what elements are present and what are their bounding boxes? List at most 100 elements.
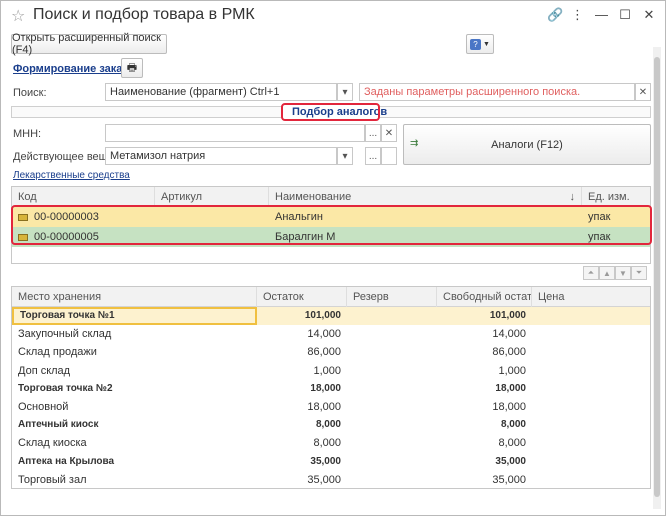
- search-input[interactable]: Заданы параметры расширенного поиска.: [359, 83, 635, 101]
- search-mode-dropdown[interactable]: ▾: [337, 83, 353, 101]
- window-scrollbar[interactable]: [653, 47, 661, 509]
- row-price: [532, 416, 650, 434]
- row-reserve: [347, 380, 437, 398]
- row-reserve: [347, 398, 437, 416]
- analogs-button-label: Аналоги (F12): [491, 138, 563, 151]
- row-place: Склад киоска: [18, 437, 87, 450]
- row-rest: 35,000: [310, 455, 341, 467]
- settings-dropdown-button[interactable]: ? ▼: [466, 34, 494, 54]
- last-icon[interactable]: ⏷: [631, 266, 647, 280]
- down-icon[interactable]: ▼: [615, 266, 631, 280]
- minimize-icon[interactable]: —: [595, 8, 608, 22]
- row-place: Основной: [18, 401, 69, 413]
- row-price: [532, 434, 650, 452]
- col-reserve[interactable]: Резерв: [347, 287, 437, 307]
- mnn-clear-button[interactable]: ✕: [381, 124, 397, 142]
- row-reserve: [347, 343, 437, 361]
- substance-select-button[interactable]: ...: [365, 147, 381, 165]
- col-free[interactable]: Свободный остаток: [437, 287, 532, 307]
- table-row[interactable]: Аптечный киоск 8,000 8,000: [12, 416, 650, 434]
- analogs-button[interactable]: ⇉ Аналоги (F12): [403, 124, 651, 165]
- col-code[interactable]: Код: [12, 187, 155, 207]
- row-price: [532, 453, 650, 471]
- row-price: [532, 362, 650, 380]
- products-table-header: Код Артикул Наименование ↓ Ед. изм.: [12, 187, 650, 207]
- printer-icon: 🖶: [126, 61, 138, 74]
- maximize-icon[interactable]: ☐: [619, 8, 631, 22]
- row-rest: 18,000: [310, 382, 341, 394]
- row-rest: 86,000: [307, 346, 341, 359]
- col-price[interactable]: Цена: [532, 287, 650, 307]
- substance-dropdown[interactable]: ▾: [337, 147, 353, 165]
- row-price: [532, 343, 650, 361]
- col-rest[interactable]: Остаток: [257, 287, 347, 307]
- row-place: Торговая точка №2: [18, 382, 113, 394]
- products-rows-highlight: [11, 205, 652, 245]
- title-bar: ☆ Поиск и подбор товара в РМК 🔗 ⋮ — ☐ ✕: [1, 1, 665, 31]
- table-row[interactable]: Закупочный склад 14,000 14,000: [12, 325, 650, 343]
- table-row[interactable]: Аптека на Крылова 35,000 35,000: [12, 453, 650, 471]
- row-rest: 35,000: [307, 473, 341, 486]
- table-row[interactable]: Торговая точка №2 18,000 18,000: [12, 380, 650, 398]
- row-price: [532, 307, 650, 325]
- table-row[interactable]: Торговый зал 35,000 35,000: [12, 471, 650, 489]
- row-reserve: [347, 325, 437, 343]
- analogs-icon: ⇉: [410, 138, 419, 149]
- scrollbar-thumb[interactable]: [654, 57, 660, 497]
- row-place: Торговая точка №1: [12, 307, 257, 325]
- row-free: 1,000: [498, 364, 526, 377]
- row-place: Аптечный киоск: [18, 419, 99, 431]
- row-rest: 101,000: [304, 310, 341, 321]
- up-icon[interactable]: ▲: [599, 266, 615, 280]
- favorite-star-icon[interactable]: ☆: [11, 6, 25, 26]
- table-row[interactable]: Склад киоска 8,000 8,000: [12, 434, 650, 452]
- row-place: Аптека на Крылова: [18, 455, 115, 467]
- chevron-down-icon: ▼: [483, 40, 490, 48]
- row-rest: 1,000: [313, 364, 341, 377]
- order-link[interactable]: Формирование заказа: [13, 63, 134, 75]
- analogs-title-highlight: [281, 103, 380, 121]
- print-button[interactable]: 🖶: [121, 58, 143, 78]
- row-price: [532, 325, 650, 343]
- search-mode-field[interactable]: Наименование (фрагмент) Ctrl+1: [105, 83, 337, 101]
- row-free: 35,000: [492, 473, 526, 486]
- sort-down-icon: ↓: [569, 191, 576, 203]
- row-free: 14,000: [492, 328, 526, 341]
- col-unit[interactable]: Ед. изм.: [582, 187, 650, 207]
- col-name-label: Наименование: [275, 191, 352, 203]
- col-article[interactable]: Артикул: [155, 187, 269, 207]
- mnn-field[interactable]: [105, 124, 365, 142]
- window-title: Поиск и подбор товара в РМК: [33, 6, 255, 23]
- table-row[interactable]: Торговая точка №1 101,000 101,000: [12, 307, 650, 325]
- close-icon[interactable]: ✕: [643, 8, 655, 22]
- row-rest: 14,000: [307, 328, 341, 341]
- search-clear-button[interactable]: ✕: [635, 83, 651, 101]
- link-icon[interactable]: 🔗: [547, 8, 563, 22]
- row-place: Закупочный склад: [18, 328, 112, 341]
- drugs-link[interactable]: Лекарственные средства: [13, 170, 130, 181]
- mnn-select-button[interactable]: ...: [365, 124, 381, 142]
- row-reserve: [347, 307, 437, 325]
- row-free: 8,000: [500, 419, 526, 431]
- row-reserve: [347, 453, 437, 471]
- stock-table-header: Место хранения Остаток Резерв Свободный …: [12, 287, 650, 307]
- help-icon: ?: [470, 38, 482, 50]
- row-free: 35,000: [495, 455, 526, 467]
- table-row[interactable]: Склад продажи 86,000 86,000: [12, 343, 650, 361]
- advanced-search-button[interactable]: Открыть расширенный поиск (F4): [11, 32, 167, 56]
- search-label: Поиск:: [13, 87, 47, 99]
- col-name[interactable]: Наименование ↓: [269, 187, 582, 207]
- row-rest: 8,000: [315, 419, 341, 431]
- row-reserve: [347, 434, 437, 452]
- table-row[interactable]: Доп склад 1,000 1,000: [12, 362, 650, 380]
- row-free: 18,000: [495, 382, 526, 394]
- first-icon[interactable]: ⏶: [583, 266, 599, 280]
- row-free: 18,000: [492, 401, 526, 413]
- row-price: [532, 380, 650, 398]
- row-place: Торговый зал: [18, 473, 87, 486]
- table-row[interactable]: Основной 18,000 18,000: [12, 398, 650, 416]
- row-reserve: [347, 471, 437, 489]
- more-icon[interactable]: ⋮: [571, 8, 584, 22]
- col-place[interactable]: Место хранения: [12, 287, 257, 307]
- substance-field[interactable]: Метамизол натрия: [105, 147, 337, 165]
